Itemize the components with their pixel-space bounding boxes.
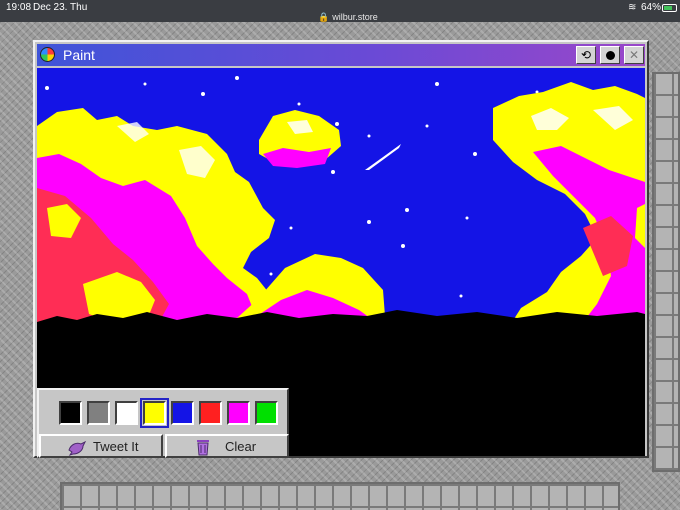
background-building <box>652 72 680 472</box>
color-swatch[interactable] <box>59 401 82 425</box>
status-bar: 19:08 Dec 23. Thu 🔒 wilbur.store ≋ 64% <box>0 0 680 22</box>
status-time: 19:08 <box>6 2 32 13</box>
record-button[interactable] <box>600 46 620 64</box>
record-icon <box>605 51 615 60</box>
clear-label: Clear <box>225 439 257 454</box>
color-swatch[interactable] <box>255 401 278 425</box>
color-palette-panel: Tweet It Clear <box>37 388 289 458</box>
paint-window: Paint ⟲ ✕ Tweet It Clear <box>33 40 649 458</box>
wifi-icon: ≋ <box>628 2 637 13</box>
background-building <box>60 482 620 510</box>
color-swatch[interactable] <box>140 398 169 428</box>
tweet-it-button[interactable]: Tweet It <box>39 434 163 458</box>
trash-icon <box>197 440 209 456</box>
color-swatches <box>59 398 278 428</box>
url-text: wilbur.store <box>332 12 378 22</box>
color-swatch[interactable] <box>199 401 222 425</box>
clear-button[interactable]: Clear <box>165 434 289 458</box>
color-swatch[interactable] <box>171 401 194 425</box>
window-title: Paint <box>63 47 95 63</box>
battery-icon <box>662 4 677 12</box>
color-swatch[interactable] <box>227 401 250 425</box>
undo-button[interactable]: ⟲ <box>576 46 596 64</box>
color-swatch[interactable] <box>87 401 110 425</box>
paint-app-icon <box>40 47 55 62</box>
tweet-it-label: Tweet It <box>93 439 139 454</box>
color-swatch[interactable] <box>115 401 138 425</box>
close-button[interactable]: ✕ <box>624 46 644 64</box>
title-bar[interactable]: Paint ⟲ ✕ <box>37 44 645 66</box>
bird-icon <box>68 440 87 456</box>
close-icon: ✕ <box>628 48 640 62</box>
status-date: Dec 23. Thu <box>33 2 88 13</box>
battery-percent: 64% <box>641 2 662 13</box>
undo-icon: ⟲ <box>580 48 592 62</box>
